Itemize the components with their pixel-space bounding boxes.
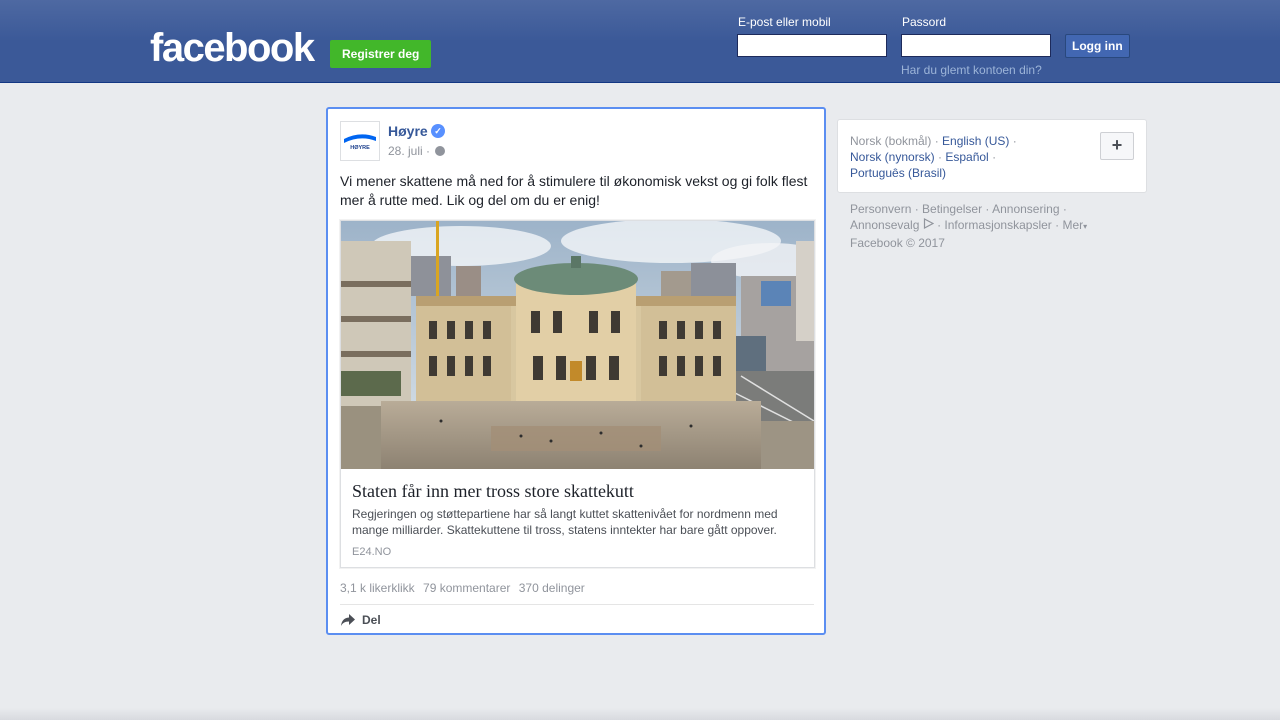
share-arrow-icon	[341, 614, 355, 626]
post-text: Vi mener skattene må ned for å stimulere…	[340, 173, 808, 208]
comments-count[interactable]: 79 kommentarer	[423, 581, 510, 595]
post-card: HØYRE Høyre ✓ 28. juli · Vi mener skatte…	[326, 107, 826, 635]
post-divider	[340, 604, 814, 605]
language-list: Norsk (bokmål) · English (US) · Norsk (n…	[850, 134, 1017, 180]
bottom-shade	[0, 708, 1280, 720]
post-date[interactable]: 28. juli ·	[388, 144, 430, 158]
email-label: E-post eller mobil	[738, 15, 831, 29]
language-espanol[interactable]: Español	[945, 150, 988, 164]
parliament-building-photo	[341, 221, 814, 469]
language-english[interactable]: English (US)	[942, 134, 1009, 148]
link-preview[interactable]: Staten får inn mer tross store skattekut…	[340, 220, 815, 568]
footer-privacy[interactable]: Personvern	[850, 202, 911, 216]
post-stats: 3,1 k likerklikk 79 kommentarer 370 deli…	[340, 581, 590, 595]
footer-cookies[interactable]: Informasjonskapsler	[944, 218, 1051, 232]
likes-count[interactable]: 3,1 k likerklikk	[340, 581, 415, 595]
globe-icon	[435, 146, 446, 156]
footer-ad-choices[interactable]: Annonsevalg	[850, 218, 919, 232]
password-label: Passord	[902, 15, 947, 29]
email-input[interactable]	[737, 34, 887, 57]
link-description: Regjeringen og støttepartiene har så lan…	[352, 507, 778, 537]
link-source: E24.NO	[352, 546, 392, 558]
verified-badge-icon: ✓	[431, 124, 445, 138]
avatar-text: HØYRE	[350, 145, 370, 151]
share-button[interactable]: Del	[340, 613, 381, 627]
page-avatar[interactable]: HØYRE	[340, 121, 380, 161]
footer-links: Personvern · Betingelser · Annonsering ·…	[850, 202, 1088, 250]
link-title[interactable]: Staten får inn mer tross store skattekut…	[352, 481, 802, 502]
forgot-account-link[interactable]: Har du glemt kontoen din?	[901, 63, 1042, 77]
register-button[interactable]: Registrer deg	[330, 40, 432, 68]
add-language-button[interactable]: +	[1100, 132, 1134, 160]
footer-copyright: Facebook © 2017	[850, 236, 945, 250]
language-portugues[interactable]: Português (Brasil)	[850, 166, 946, 180]
facebook-logo[interactable]: facebook	[150, 28, 315, 68]
footer-more-label: Mer	[1062, 218, 1084, 232]
top-bar: facebook Registrer deg E-post eller mobi…	[0, 0, 1280, 83]
shares-count[interactable]: 370 delinger	[519, 581, 585, 595]
language-current: Norsk (bokmål)	[850, 134, 932, 148]
page-name-link[interactable]: Høyre	[388, 123, 428, 139]
hoyre-logo-icon: HØYRE	[344, 134, 376, 151]
password-input[interactable]	[901, 34, 1051, 57]
post-meta: 28. juli ·	[388, 144, 446, 158]
footer-terms[interactable]: Betingelser	[922, 202, 982, 216]
footer-more[interactable]: Mer▾	[1062, 218, 1087, 232]
chevron-down-icon: ▾	[1083, 222, 1088, 231]
ad-choices-icon[interactable]	[923, 218, 935, 229]
link-image[interactable]	[341, 221, 814, 469]
language-box: Norsk (bokmål) · English (US) · Norsk (n…	[837, 119, 1147, 193]
language-nynorsk[interactable]: Norsk (nynorsk)	[850, 150, 935, 164]
login-button[interactable]: Logg inn	[1065, 34, 1130, 58]
share-label: Del	[362, 613, 381, 627]
footer-advertising[interactable]: Annonsering	[992, 202, 1059, 216]
